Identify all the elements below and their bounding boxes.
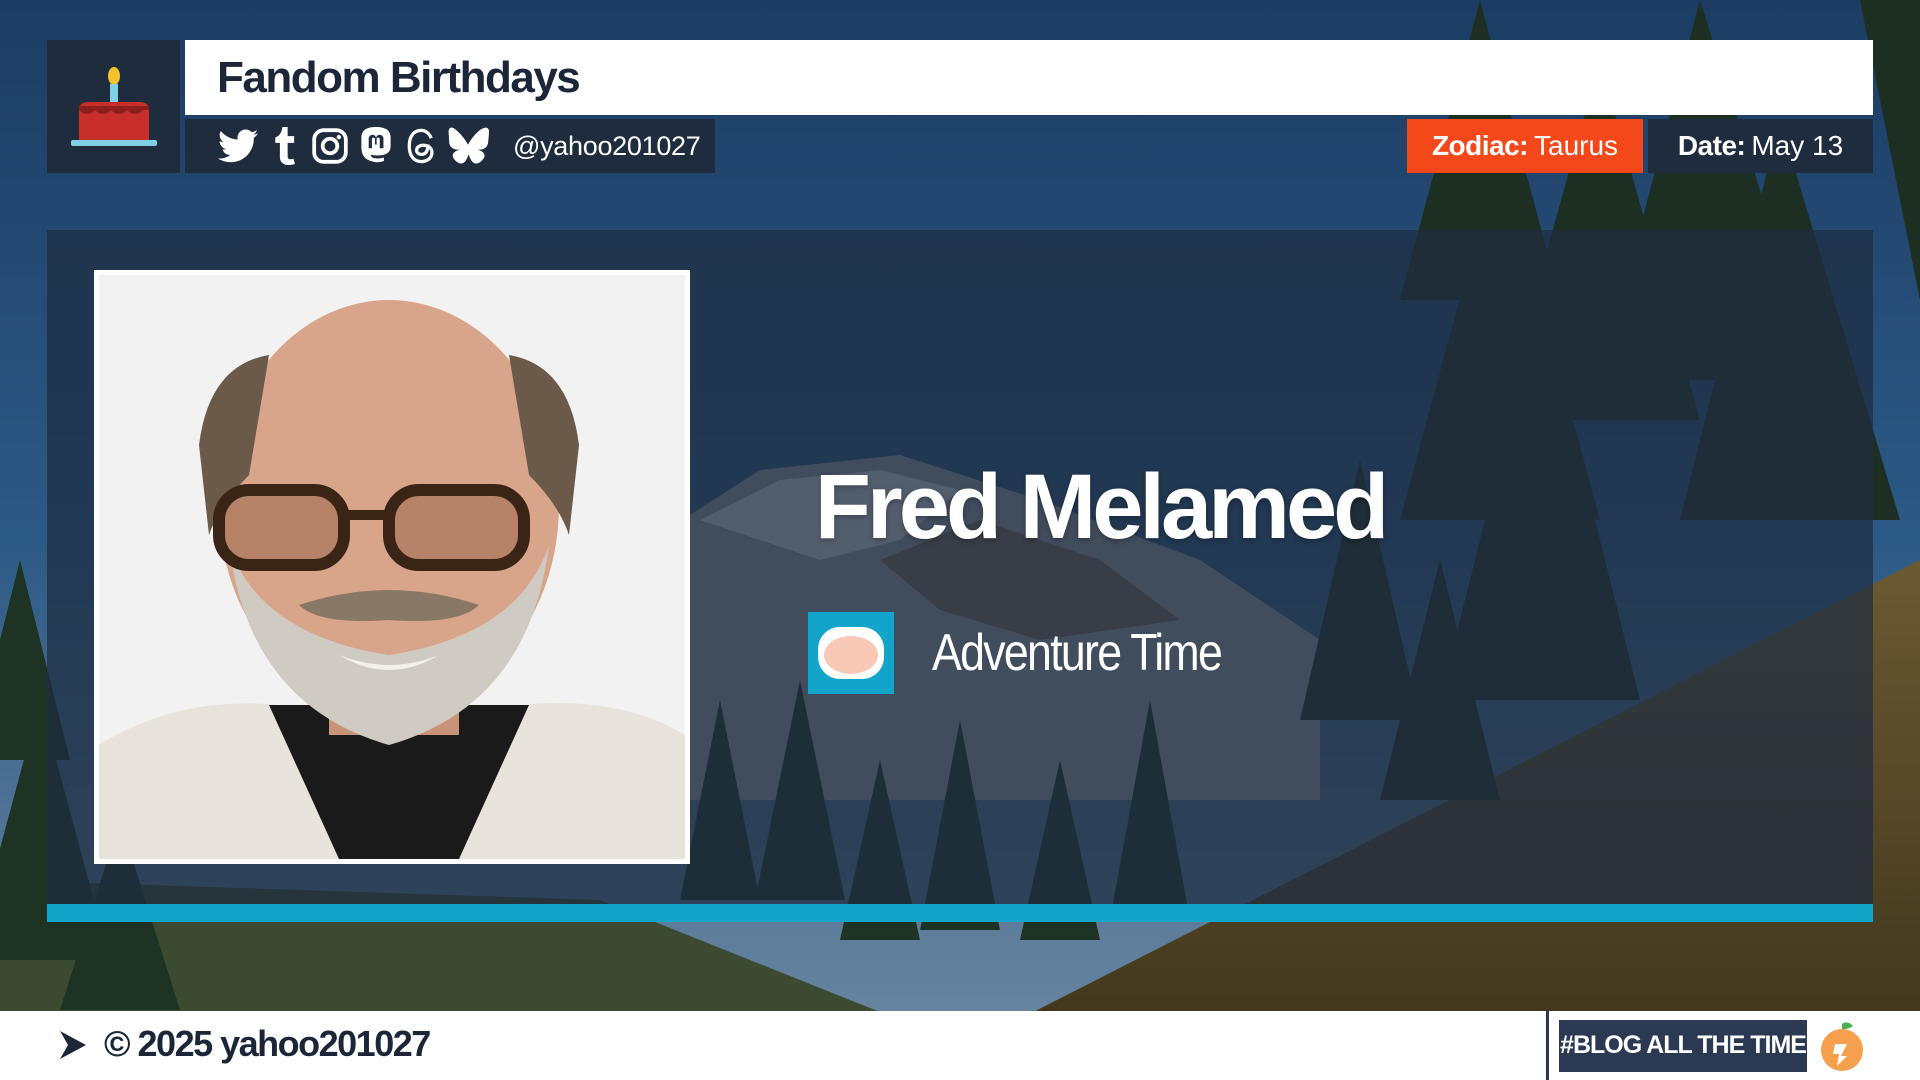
card-accent-stripe [47, 904, 1873, 922]
adventure-time-finn-icon [808, 612, 894, 694]
bluesky-icon[interactable] [447, 125, 489, 167]
portrait-image [99, 275, 685, 859]
page-title: Fandom Birthdays [217, 52, 581, 102]
social-handle[interactable]: @yahoo201027 [513, 131, 701, 162]
threads-icon[interactable] [401, 125, 443, 167]
zodiac-badge: Zodiac: Taurus [1407, 119, 1643, 173]
birthday-cake-icon [70, 66, 157, 146]
social-bar: @yahoo201027 [185, 119, 715, 173]
date-badge: Date: May 13 [1648, 119, 1873, 173]
peach-icon [1821, 1021, 1863, 1071]
zodiac-value: Taurus [1534, 130, 1619, 161]
blog-badge[interactable]: #BLOG ALL THE TIME [1559, 1019, 1807, 1072]
twitter-icon[interactable] [217, 125, 259, 167]
arrow-right-icon [60, 1031, 86, 1059]
zodiac-label: Zodiac: [1431, 130, 1529, 161]
person-name: Fred Melamed [814, 456, 1390, 558]
date-label: Date: [1677, 130, 1746, 161]
portrait-photo [94, 270, 690, 864]
fandom-row: Adventure Time [808, 612, 1268, 694]
tumblr-icon[interactable] [263, 125, 305, 167]
date-value: May 13 [1751, 130, 1844, 161]
fandom-name[interactable]: Adventure Time [932, 623, 1223, 683]
mastodon-icon[interactable] [355, 125, 397, 167]
title-bar: Fandom Birthdays [185, 40, 1873, 115]
copyright-text: © 2025 yahoo201027 [104, 1023, 431, 1064]
instagram-icon[interactable] [309, 125, 351, 167]
logo-box [47, 40, 180, 173]
blog-badge-wrap[interactable]: #BLOG ALL THE TIME [1546, 1011, 1920, 1080]
